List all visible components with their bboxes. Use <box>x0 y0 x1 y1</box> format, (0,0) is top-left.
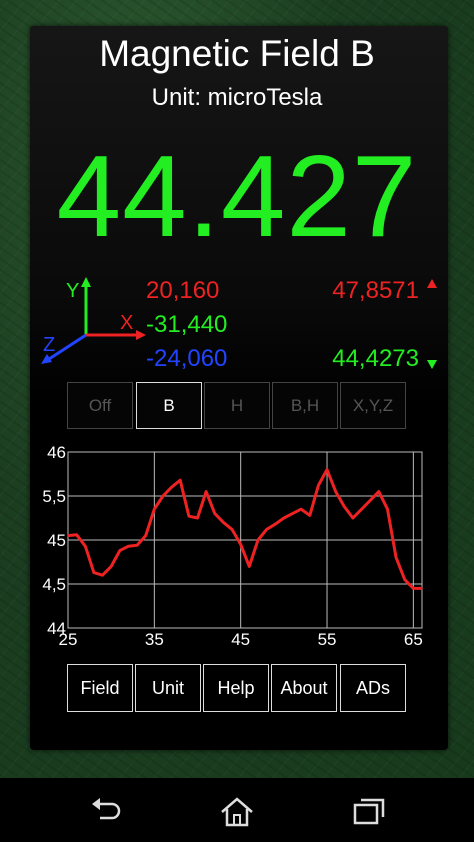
chart-y-tick-label: 5,5 <box>42 487 66 506</box>
chart-data-point <box>317 484 320 487</box>
chart-data-point <box>188 515 190 517</box>
chart-data-point <box>101 574 104 576</box>
chart-y-tick-label: 44 <box>47 619 66 638</box>
field-history-chart: 25 35 45 55 65465,5454,544 <box>42 443 423 649</box>
chart-data-point <box>110 565 112 568</box>
chart-x-tick-label: 45 <box>231 630 250 649</box>
chart-y-tick-label: 46 <box>47 443 66 462</box>
chart-data-point <box>127 545 130 547</box>
chart-data-point <box>378 490 380 493</box>
chart-data-point <box>231 528 233 531</box>
chart-data-point <box>248 565 251 568</box>
chart-data-point <box>300 508 302 511</box>
field-button[interactable]: Field <box>67 664 133 712</box>
chart-x-tick-label: 55 <box>318 630 337 649</box>
chart-data-point <box>334 490 337 493</box>
chart-data-point <box>386 508 389 511</box>
chart-data-point <box>265 528 268 531</box>
chart-data-point <box>369 499 372 502</box>
chart-data-point <box>257 539 259 541</box>
chart-data-point <box>309 514 311 517</box>
chart-data-point <box>326 468 328 471</box>
home-icon[interactable] <box>219 796 255 828</box>
chart-data-point <box>67 534 69 537</box>
chart-data-point <box>283 517 285 519</box>
chart-y-tick-label: 45 <box>47 531 66 550</box>
chart-data-point <box>222 521 225 524</box>
chart-data-point <box>119 549 121 552</box>
back-icon[interactable] <box>88 796 124 824</box>
chart-data-point <box>75 533 78 536</box>
chart-data-point <box>84 545 87 547</box>
chart-data-point <box>343 505 346 508</box>
recent-apps-icon[interactable] <box>352 796 386 826</box>
about-button[interactable]: About <box>271 664 337 712</box>
chart-data-point <box>93 571 95 574</box>
chart-x-tick-label: 35 <box>145 630 164 649</box>
chart-data-point <box>421 587 423 590</box>
chart-data-point <box>412 587 415 590</box>
chart-data-point <box>274 523 277 525</box>
chart-data-point <box>179 479 181 482</box>
chart-data-point <box>395 556 397 559</box>
chart-data-point <box>352 517 354 519</box>
chart-data-point <box>162 495 164 497</box>
chart-data-point <box>170 486 173 489</box>
chart-data-point <box>403 578 406 581</box>
app-screen: Magnetic Field B Unit: microTesla 44.427… <box>0 0 474 842</box>
chart-x-tick-label: 65 <box>404 630 423 649</box>
chart-data-point <box>239 543 242 546</box>
chart-data-point <box>136 544 138 547</box>
chart-data-point <box>196 517 199 519</box>
system-nav-bar <box>0 778 474 842</box>
chart-data-point <box>360 508 363 511</box>
ads-button[interactable]: ADs <box>340 664 406 712</box>
chart-data-point <box>205 490 207 493</box>
chart-data-point <box>153 508 156 511</box>
help-button[interactable]: Help <box>203 664 269 712</box>
chart-data-point <box>144 534 147 537</box>
chart-y-tick-label: 4,5 <box>42 575 66 594</box>
unit-button[interactable]: Unit <box>135 664 201 712</box>
chart-data-point <box>214 512 216 515</box>
chart-data-point <box>291 512 294 515</box>
